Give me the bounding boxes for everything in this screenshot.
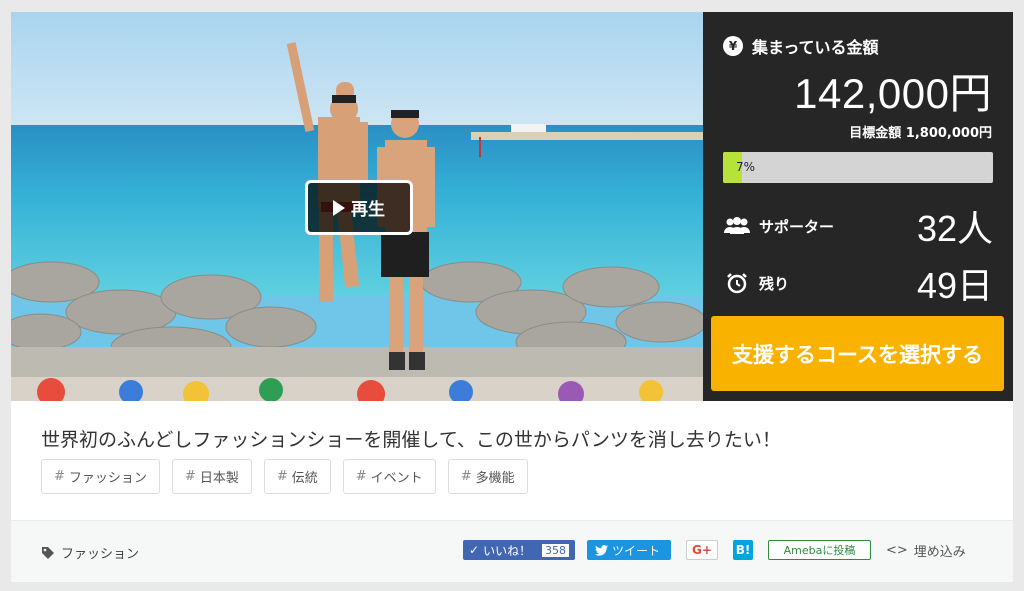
progress-bar: 7%: [723, 152, 993, 183]
tag-tradition[interactable]: # 伝統: [263, 459, 331, 494]
timer-icon: [723, 271, 751, 295]
play-icon: [333, 199, 345, 216]
remaining-stat: 残り 49日: [723, 257, 993, 309]
twitter-bird-icon: [595, 544, 608, 556]
remaining-days: 49日: [916, 265, 993, 306]
tag-label: イベント: [370, 471, 423, 486]
play-video-button[interactable]: 再生: [305, 180, 413, 235]
tweet-button[interactable]: ツイート: [587, 540, 671, 560]
hash-icon: #: [460, 469, 472, 484]
hash-icon: #: [184, 469, 196, 484]
hash-icon: #: [355, 469, 367, 484]
ameba-share-button[interactable]: Amebaに投稿: [768, 540, 871, 560]
play-label: 再生: [351, 200, 385, 220]
tag-event[interactable]: # イベント: [342, 459, 436, 494]
yen-icon: ¥: [723, 36, 743, 56]
project-card: 再生 ¥ 集まっている金額 142,000円 目標金額 1,800,000円 7…: [11, 12, 1013, 582]
select-course-button[interactable]: 支援するコースを選択する: [711, 316, 1004, 391]
tag-label: 多機能: [475, 471, 515, 486]
category-label: ファッション: [61, 547, 140, 562]
like-count: 358: [542, 543, 569, 557]
tag-icon: [42, 546, 54, 559]
tag-fashion[interactable]: # ファッション: [41, 459, 160, 494]
like-check-icon: ✓: [469, 543, 480, 557]
hash-icon: #: [276, 469, 288, 484]
google-plus-button[interactable]: G+: [686, 540, 718, 560]
embed-button[interactable]: <> 埋め込み: [886, 540, 966, 560]
raised-label: 集まっている金額: [752, 38, 879, 57]
tag-multifunction[interactable]: # 多機能: [447, 459, 528, 494]
supporters-stat: サポーター 32人: [723, 200, 993, 252]
goal-amount: 目標金額 1,800,000円: [849, 126, 992, 141]
facebook-like-button[interactable]: ✓ いいね！ 358: [463, 540, 575, 560]
tag-label: 伝統: [291, 471, 318, 486]
social-buttons: ✓ いいね！ 358 ツイート G+ B! Amebaに投稿 <> 埋め込み: [463, 540, 966, 560]
raised-amount: 142,000円: [794, 70, 992, 117]
funding-panel: ¥ 集まっている金額 142,000円 目標金額 1,800,000円 7% サ…: [703, 12, 1013, 401]
raised-heading: ¥ 集まっている金額: [723, 34, 879, 58]
remaining-label: 残り: [759, 274, 790, 293]
people-icon: [723, 214, 751, 238]
tweet-label: ツイート: [612, 543, 661, 558]
embed-label: 埋め込み: [913, 544, 966, 560]
tag-label: 日本製: [199, 471, 239, 486]
tag-made-in-japan[interactable]: # 日本製: [171, 459, 252, 494]
tag-list: # ファッション # 日本製 # 伝統 # イベント # 多機能: [41, 459, 528, 494]
share-footer: ファッション ✓ いいね！ 358 ツイート G+ B! Amebaに投稿 <>…: [11, 520, 1013, 582]
hatena-bookmark-button[interactable]: B!: [733, 540, 753, 560]
tag-label: ファッション: [68, 471, 147, 486]
supporters-count: 32人: [916, 208, 993, 249]
category-link[interactable]: ファッション: [41, 543, 139, 562]
supporters-label: サポーター: [759, 217, 835, 236]
like-label: いいね！: [483, 543, 532, 558]
project-title: 世界初のふんどしファッションショーを開催して、この世からパンツを消し去りたい！: [41, 429, 781, 451]
progress-percent: 7%: [736, 160, 756, 174]
project-hero-image[interactable]: 再生: [11, 12, 703, 401]
code-icon: <>: [886, 542, 908, 558]
hash-icon: #: [54, 469, 65, 484]
